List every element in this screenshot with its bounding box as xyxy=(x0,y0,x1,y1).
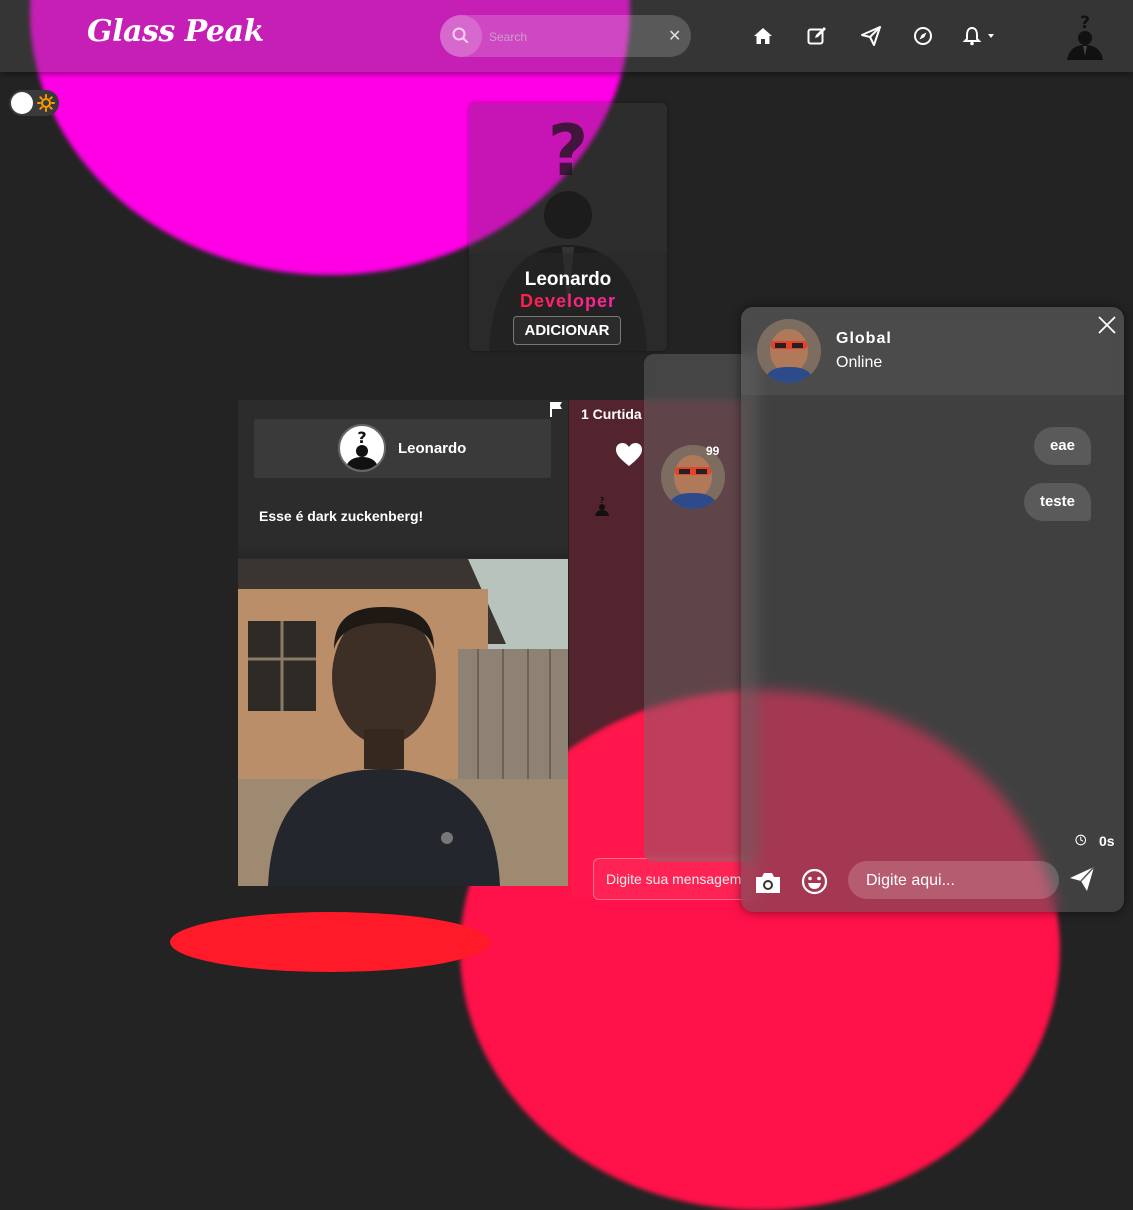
bell-icon[interactable] xyxy=(962,25,998,47)
background-red-glow-small xyxy=(170,912,490,972)
close-icon[interactable] xyxy=(1097,315,1117,335)
user-photo xyxy=(757,319,821,383)
chat-footer xyxy=(741,853,1124,912)
search-button[interactable] xyxy=(440,15,482,57)
sun-icon xyxy=(37,94,55,112)
post-author-name: Leonardo xyxy=(398,440,467,457)
chat-header: Global Online xyxy=(741,307,1124,395)
likes-count: 1 Curtida xyxy=(581,406,642,422)
toggle-knob xyxy=(11,92,33,114)
app-logo[interactable]: Glass Peak xyxy=(87,14,264,49)
home-icon[interactable] xyxy=(752,25,774,47)
chevron-down-icon xyxy=(988,34,994,38)
theme-toggle[interactable] xyxy=(9,90,59,116)
chat-title: Global xyxy=(836,330,892,347)
post-card: ? Leonardo Esse é dark zuckenberg! xyxy=(238,400,568,886)
chat-avatar xyxy=(757,319,821,383)
timer-value: 0s xyxy=(1099,833,1115,849)
svg-text:?: ? xyxy=(357,428,366,447)
emoji-icon[interactable] xyxy=(801,868,828,895)
camera-icon[interactable] xyxy=(754,870,782,896)
profile-name: Leonardo xyxy=(524,269,612,290)
unread-badge: 99 xyxy=(706,444,720,458)
svg-text:?: ? xyxy=(600,496,605,505)
top-navbar: Glass Peak ✕ ? xyxy=(0,0,1133,72)
compass-icon[interactable] xyxy=(912,25,934,47)
user-avatar-icon: ? xyxy=(345,428,379,470)
post-image[interactable] xyxy=(238,559,568,886)
post-photo xyxy=(238,559,568,886)
search-bar: ✕ xyxy=(440,15,691,57)
profile-role: Developer xyxy=(469,291,667,312)
post-divider xyxy=(238,546,568,558)
chat-window: Global Online eae teste 0s xyxy=(741,307,1124,912)
flag-icon[interactable] xyxy=(549,401,563,417)
search-input[interactable] xyxy=(487,27,661,47)
svg-text:?: ? xyxy=(548,110,589,192)
chat-message: eae xyxy=(1033,427,1091,465)
heart-icon[interactable] xyxy=(615,442,643,468)
user-avatar-icon[interactable]: ? xyxy=(1063,12,1107,60)
user-avatar-icon: ? xyxy=(595,496,609,516)
comment-input-box xyxy=(593,858,755,900)
send-icon[interactable] xyxy=(860,25,882,47)
chat-message: teste xyxy=(1023,483,1091,521)
chat-status: Online xyxy=(836,354,883,371)
clock-icon[interactable] xyxy=(1075,827,1099,853)
search-icon xyxy=(452,27,469,44)
edit-icon[interactable] xyxy=(806,25,828,47)
post-author-avatar: ? xyxy=(338,424,386,472)
chat-message-input[interactable] xyxy=(864,871,1048,891)
close-icon[interactable]: ✕ xyxy=(668,26,681,46)
post-text: Esse é dark zuckenberg! xyxy=(259,508,424,524)
comment-input[interactable] xyxy=(604,869,753,889)
svg-text:?: ? xyxy=(1080,13,1090,33)
profile-card: ? Leonardo Developer ADICIONAR xyxy=(469,103,667,351)
post-author[interactable]: ? Leonardo xyxy=(254,419,551,478)
add-friend-button[interactable]: ADICIONAR xyxy=(513,316,621,345)
send-icon[interactable] xyxy=(1068,865,1096,893)
chat-input-box xyxy=(848,861,1059,899)
